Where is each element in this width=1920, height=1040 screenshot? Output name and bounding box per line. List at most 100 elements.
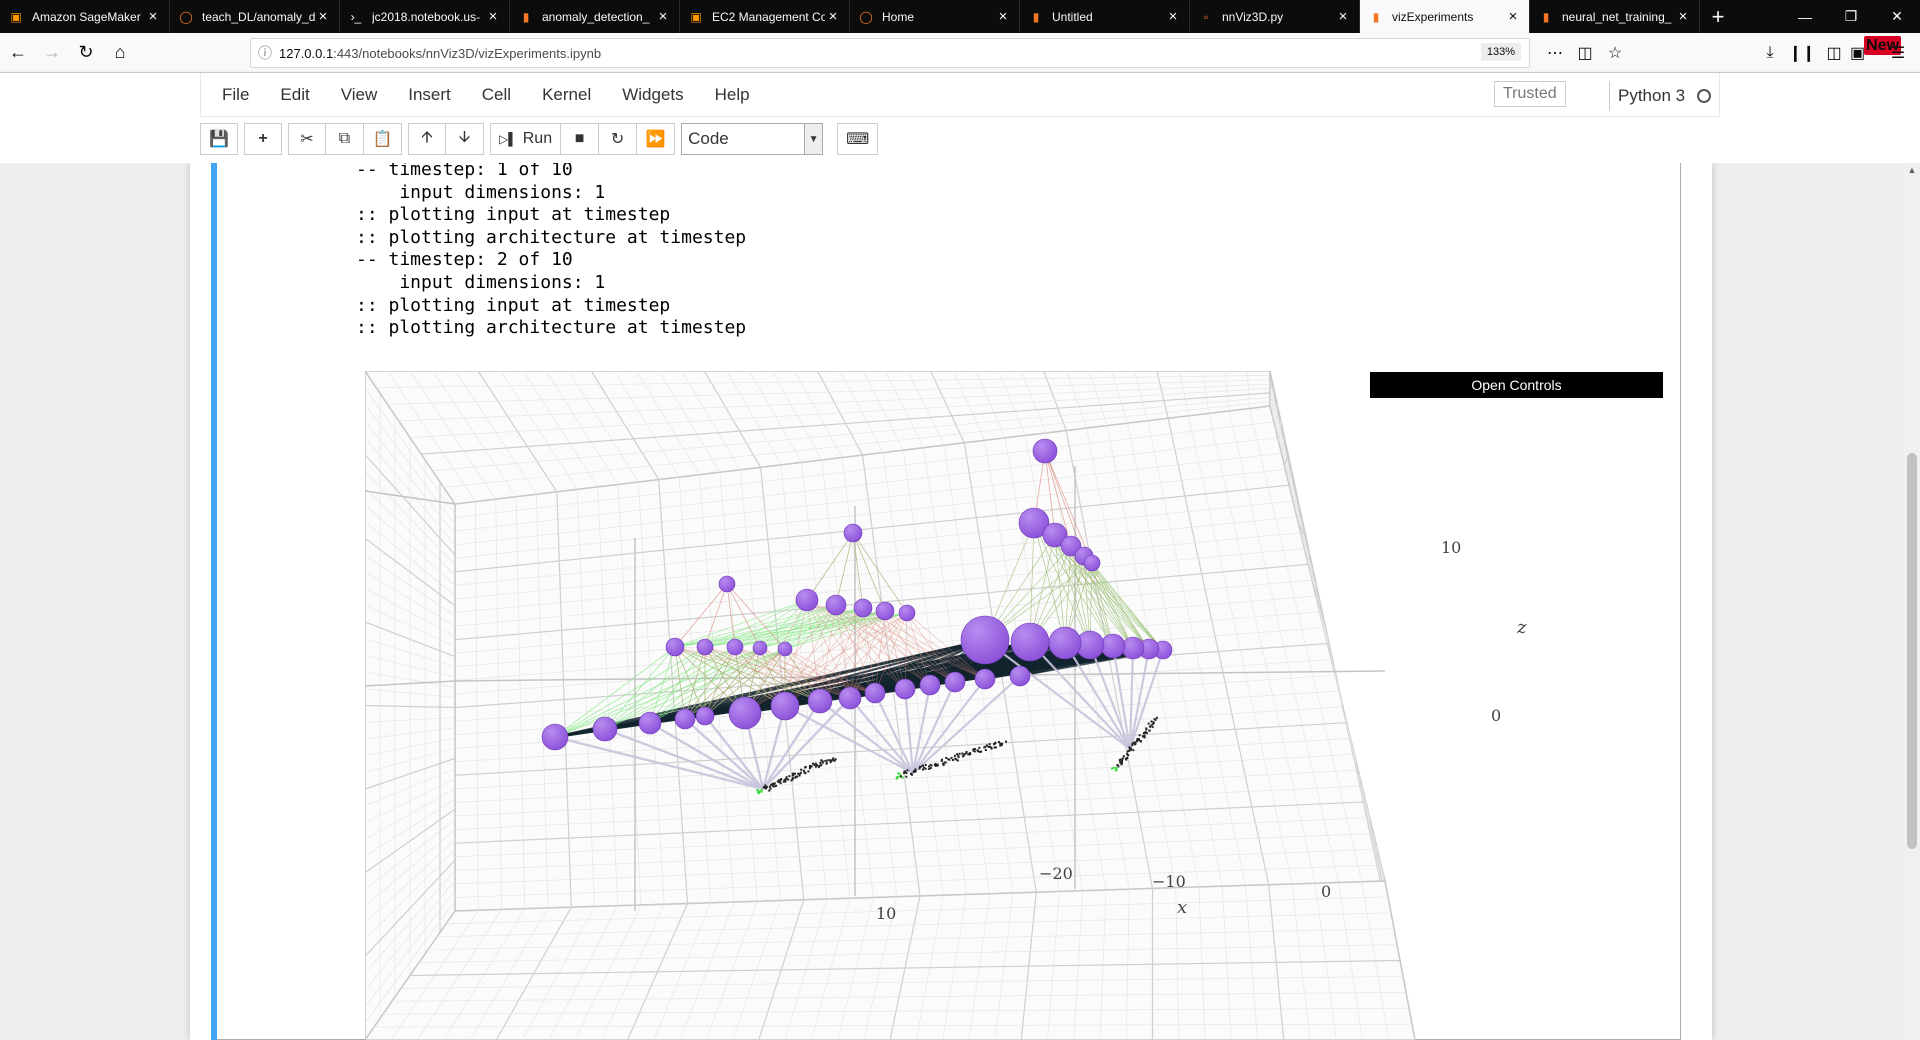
run-button[interactable]: ▷▌ Run: [490, 123, 562, 155]
input-point: [802, 769, 805, 772]
menu-file[interactable]: File: [222, 85, 249, 105]
input-point: [758, 790, 761, 793]
home-icon[interactable]: ⌂: [104, 37, 136, 69]
url-path: :443/notebooks/nnViz3D/vizExperiments.ip…: [333, 45, 602, 61]
paste-button[interactable]: 📋: [364, 123, 402, 155]
interrupt-button[interactable]: ■: [561, 123, 600, 155]
browser-tab[interactable]: ▮ anomaly_detection_ ×: [510, 0, 680, 33]
plotly-3d-plot[interactable]: 10 0 z −20 −10 0 x 10: [365, 371, 1665, 1040]
neuron-node: [638, 711, 662, 735]
menu-view[interactable]: View: [341, 85, 378, 105]
input-point: [814, 765, 817, 768]
input-point: [791, 778, 794, 781]
browser-tab[interactable]: ◯ Home ×: [850, 0, 1020, 33]
x-axis-title: x: [1177, 897, 1187, 918]
restart-button[interactable]: ↻: [599, 123, 638, 155]
library-icon[interactable]: ❙❙: [1786, 43, 1818, 63]
kernel-indicator: Python 3: [1609, 81, 1712, 111]
downloads-icon[interactable]: ⤓: [1754, 44, 1786, 62]
site-info-icon[interactable]: ⓘ: [251, 43, 279, 63]
x-tick-0: 0: [1321, 882, 1331, 901]
command-palette-button[interactable]: ⌨: [837, 123, 879, 155]
close-icon[interactable]: ×: [825, 8, 841, 25]
open-controls-button[interactable]: Open Controls: [1370, 372, 1663, 398]
sidebar-icon[interactable]: ◫: [1818, 43, 1850, 63]
input-point: [895, 777, 898, 780]
input-point: [1138, 734, 1141, 737]
new-tab-icon[interactable]: +: [1700, 0, 1736, 33]
move-up-button[interactable]: 🡩: [408, 123, 446, 155]
scrollbar-thumb[interactable]: [1907, 453, 1917, 849]
neuron-node: [853, 598, 873, 618]
browser-tab[interactable]: ▣ EC2 Management Co ×: [680, 0, 850, 33]
input-point: [984, 749, 987, 752]
whats-new-icon[interactable]: ▣New: [1850, 36, 1902, 63]
restart-run-all-button[interactable]: ⏩: [637, 123, 676, 155]
menu-insert[interactable]: Insert: [408, 85, 451, 105]
neuron-node: [894, 678, 916, 700]
output-line: :: plotting architecture at timestep: [356, 317, 747, 339]
menu-help[interactable]: Help: [715, 85, 750, 105]
page-actions-menu-icon[interactable]: ⋯: [1540, 43, 1570, 63]
back-icon[interactable]: ←: [2, 37, 34, 69]
neuron-node: [728, 696, 762, 730]
close-icon[interactable]: ×: [485, 8, 501, 25]
input-point: [788, 775, 791, 778]
browser-tab[interactable]: ◯ teach_DL/anomaly_d ×: [170, 0, 340, 33]
tab-label: teach_DL/anomaly_d: [202, 9, 315, 24]
menu-cell[interactable]: Cell: [482, 85, 511, 105]
trusted-indicator[interactable]: Trusted: [1494, 81, 1566, 107]
close-icon[interactable]: ×: [995, 8, 1011, 25]
close-icon[interactable]: ×: [315, 8, 331, 25]
browser-tab[interactable]: ›_ jc2018.notebook.us- ×: [340, 0, 510, 33]
reload-icon[interactable]: ↻: [70, 37, 102, 69]
hamburger-menu-icon[interactable]: ☰: [1882, 43, 1914, 63]
input-point: [1137, 738, 1140, 741]
jupyter-toolbar: 💾 + ✂ ⧉ 📋 🡩 🡫 ▷▌ Run ■ ↻ ⏩ Code ▼ ⌨: [200, 122, 884, 156]
browser-tab[interactable]: ▮ neural_net_training_ ×: [1530, 0, 1700, 33]
minimize-icon[interactable]: —: [1782, 0, 1828, 33]
restore-icon[interactable]: ❐: [1828, 0, 1874, 33]
input-point: [800, 768, 803, 771]
copy-button[interactable]: ⧉: [326, 123, 364, 155]
file-icon: ▫: [1203, 9, 1209, 24]
close-icon[interactable]: ×: [1675, 8, 1691, 25]
zoom-indicator[interactable]: 133%: [1480, 43, 1521, 61]
pocket-icon[interactable]: ◫: [1570, 43, 1600, 63]
close-icon[interactable]: ×: [655, 8, 671, 25]
insert-cell-button[interactable]: +: [244, 123, 282, 155]
scroll-up-icon[interactable]: ▲: [1904, 165, 1920, 175]
input-point: [904, 770, 907, 773]
input-point: [787, 778, 790, 781]
url-bar[interactable]: ⓘ 127.0.0.1:443/notebooks/nnViz3D/vizExp…: [250, 38, 1530, 68]
cut-button[interactable]: ✂: [288, 123, 326, 155]
kernel-name: Python 3: [1618, 86, 1686, 105]
input-point: [956, 753, 959, 756]
close-icon[interactable]: ×: [1335, 8, 1351, 25]
close-icon[interactable]: ×: [1505, 8, 1521, 25]
save-button[interactable]: 💾: [200, 123, 238, 155]
input-point: [993, 746, 996, 749]
browser-tab[interactable]: ▣ Amazon SageMaker ×: [0, 0, 170, 33]
output-line: :: plotting input at timestep: [356, 204, 671, 226]
browser-tab[interactable]: ▫ nnViz3D.py ×: [1190, 0, 1360, 33]
menu-kernel[interactable]: Kernel: [542, 85, 591, 105]
input-point: [1000, 742, 1003, 745]
browser-tab[interactable]: ▮ vizExperiments ×: [1360, 0, 1530, 33]
close-icon[interactable]: ×: [145, 8, 161, 25]
neuron-node: [795, 588, 819, 612]
menu-widgets[interactable]: Widgets: [622, 85, 683, 105]
browser-tab[interactable]: ▮ Untitled ×: [1020, 0, 1190, 33]
page-scrollbar[interactable]: ▲: [1904, 163, 1920, 1040]
close-icon[interactable]: ×: [1165, 8, 1181, 25]
input-point: [1121, 757, 1124, 760]
menu-edit[interactable]: Edit: [280, 85, 309, 105]
input-point: [760, 788, 763, 791]
close-window-icon[interactable]: ✕: [1874, 0, 1920, 33]
input-point: [769, 787, 772, 790]
cell-type-select[interactable]: Code ▼: [681, 123, 824, 155]
bookmark-star-icon[interactable]: ☆: [1600, 43, 1630, 63]
forward-icon[interactable]: →: [36, 37, 68, 69]
move-down-button[interactable]: 🡫: [446, 123, 484, 155]
input-point: [962, 754, 965, 757]
